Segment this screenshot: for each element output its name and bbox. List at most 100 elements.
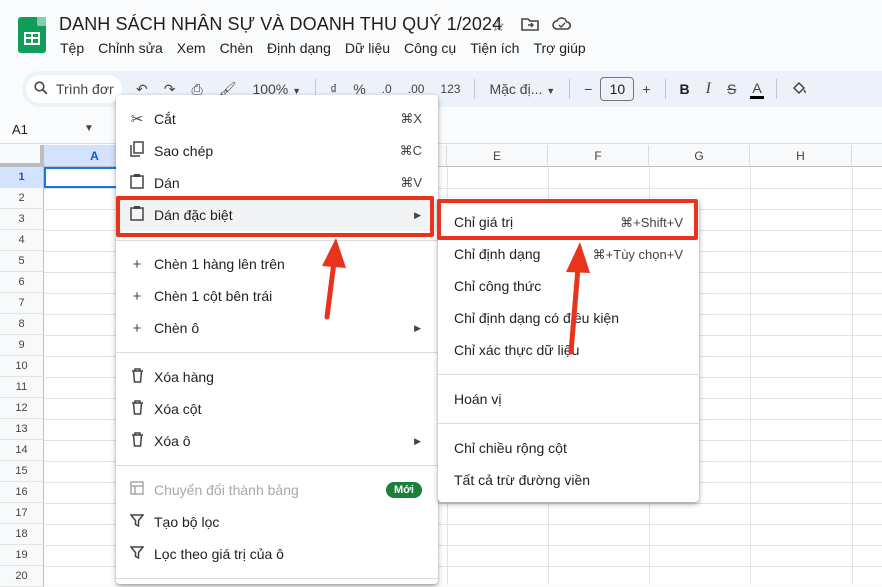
menu-format[interactable]: Định dạng (267, 40, 331, 56)
italic-button[interactable]: I (698, 80, 719, 98)
submenu-item-formula-only[interactable]: Chỉ công thức (438, 270, 699, 302)
submenu-item-label: Chỉ định dạng có điều kiện (454, 310, 620, 326)
menu-item-copy[interactable]: Sao chép ⌘C (116, 135, 438, 167)
column-header-e[interactable]: E (447, 145, 548, 167)
row-header[interactable]: 17 (0, 503, 44, 524)
menu-item-label: Xóa ô (154, 433, 191, 449)
plus-icon: + (132, 319, 142, 337)
menu-divider (438, 374, 699, 375)
increase-decimal-button[interactable]: .00 (400, 82, 433, 96)
column-header-f[interactable]: F (548, 145, 649, 167)
menu-item-delete-column[interactable]: Xóa cột (116, 393, 438, 425)
strikethrough-button[interactable]: S (719, 81, 744, 97)
row-header[interactable]: 10 (0, 356, 44, 377)
submenu-item-label: Chỉ công thức (454, 278, 542, 294)
menu-item-insert-cells[interactable]: + Chèn ô ▶ (116, 312, 438, 344)
toolbar-divider (474, 79, 476, 99)
shortcut-text: ⌘V (400, 175, 422, 190)
menu-file[interactable]: Tệp (60, 40, 84, 56)
row-header[interactable]: 1 (0, 167, 44, 188)
menu-item-insert-row-above[interactable]: + Chèn 1 hàng lên trên (116, 248, 438, 280)
document-title[interactable]: DANH SÁCH NHÂN SỰ VÀ DOANH THU QUÝ 1/202… (59, 14, 502, 35)
sheets-logo-icon[interactable] (18, 17, 46, 53)
submenu-item-data-validation-only[interactable]: Chỉ xác thực dữ liệu (438, 334, 699, 366)
menu-edit[interactable]: Chỉnh sửa (98, 40, 163, 56)
plus-icon: + (132, 287, 142, 305)
select-all-corner[interactable] (0, 145, 44, 167)
row-header[interactable]: 13 (0, 419, 44, 440)
submenu-item-transpose[interactable]: Hoán vị (438, 383, 699, 415)
menu-search[interactable]: Trình đơn (26, 75, 122, 103)
menu-item-convert-to-table[interactable]: Chuyển đổi thành bảng Mới (116, 474, 438, 506)
text-color-button[interactable]: A (750, 80, 764, 99)
menu-extensions[interactable]: Tiện ích (470, 40, 519, 56)
menu-divider (116, 240, 438, 241)
clipboard-icon (128, 173, 146, 193)
menu-item-cut[interactable]: ✂ Cắt ⌘X (116, 103, 438, 135)
menu-item-paste[interactable]: Dán ⌘V (116, 167, 438, 199)
bold-button[interactable]: B (672, 81, 698, 97)
submenu-arrow-icon: ▶ (414, 322, 421, 333)
menu-tools[interactable]: Công cụ (404, 40, 456, 56)
font-family-select[interactable]: Mặc đị... ▼ (481, 81, 563, 97)
row-header[interactable]: 3 (0, 209, 44, 230)
menu-item-label: Chuyển đổi thành bảng (154, 482, 299, 498)
row-header[interactable]: 19 (0, 545, 44, 566)
copy-icon (128, 141, 146, 161)
row-header[interactable]: 9 (0, 335, 44, 356)
column-header-overflow[interactable] (852, 145, 882, 167)
submenu-item-all-except-borders[interactable]: Tất cả trừ đường viền (438, 464, 699, 496)
menu-item-label: Xóa cột (154, 401, 202, 417)
row-header[interactable]: 5 (0, 251, 44, 272)
submenu-item-conditional-format-only[interactable]: Chỉ định dạng có điều kiện (438, 302, 699, 334)
toolbar-divider (664, 79, 666, 99)
submenu-item-label: Chỉ xác thực dữ liệu (454, 342, 580, 358)
chevron-down-icon[interactable]: ▼ (84, 123, 94, 134)
row-header[interactable]: 11 (0, 377, 44, 398)
menu-view[interactable]: Xem (177, 40, 206, 56)
menu-divider (116, 578, 438, 579)
submenu-item-format-only[interactable]: Chỉ định dạng ⌘+Tùy chọn+V (438, 238, 699, 270)
row-header[interactable]: 18 (0, 524, 44, 545)
row-header[interactable]: 16 (0, 482, 44, 503)
trash-icon (128, 367, 146, 387)
row-header[interactable]: 14 (0, 440, 44, 461)
row-header[interactable]: 8 (0, 314, 44, 335)
font-size-input[interactable]: 10 (600, 77, 635, 101)
menu-item-filter-by-cell-value[interactable]: Lọc theo giá trị của ô (116, 538, 438, 570)
shortcut-text: ⌘X (400, 111, 422, 126)
menu-item-label: Chèn 1 hàng lên trên (154, 256, 285, 272)
name-box[interactable]: A1 (12, 122, 28, 137)
move-to-folder-icon[interactable] (520, 16, 540, 37)
gridline (852, 167, 853, 584)
column-header-g[interactable]: G (649, 145, 750, 167)
increase-font-size-button[interactable]: + (634, 81, 658, 97)
menu-item-insert-column-left[interactable]: + Chèn 1 cột bên trái (116, 280, 438, 312)
row-header[interactable]: 4 (0, 230, 44, 251)
menu-help[interactable]: Trợ giúp (533, 40, 585, 56)
fill-color-icon[interactable] (783, 80, 815, 99)
row-header[interactable]: 12 (0, 398, 44, 419)
menu-insert[interactable]: Chèn (220, 40, 253, 56)
menu-item-delete-row[interactable]: Xóa hàng (116, 361, 438, 393)
row-header[interactable]: 7 (0, 293, 44, 314)
menu-data[interactable]: Dữ liệu (345, 40, 390, 56)
decrease-decimal-button[interactable]: .0 (374, 82, 400, 96)
trash-icon (128, 431, 146, 451)
scissors-icon: ✂ (130, 111, 144, 128)
menu-item-label: Lọc theo giá trị của ô (154, 546, 284, 562)
number-format-button[interactable]: 123 (432, 82, 468, 96)
row-header[interactable]: 2 (0, 188, 44, 209)
row-header[interactable]: 15 (0, 461, 44, 482)
paste-special-submenu: Chỉ giá trị ⌘+Shift+V Chỉ định dạng ⌘+Tù… (438, 198, 699, 502)
submenu-item-column-width-only[interactable]: Chỉ chiều rộng cột (438, 432, 699, 464)
row-header[interactable]: 6 (0, 272, 44, 293)
column-header-h[interactable]: H (750, 145, 852, 167)
star-icon[interactable]: ☆ (488, 16, 508, 37)
shortcut-text: ⌘C (399, 143, 422, 158)
decrease-font-size-button[interactable]: − (576, 81, 600, 97)
highlight-paste-special (116, 196, 434, 237)
cloud-status-icon[interactable] (552, 16, 572, 37)
menu-item-create-filter[interactable]: Tạo bộ lọc (116, 506, 438, 538)
menu-item-delete-cells[interactable]: Xóa ô ▶ (116, 425, 438, 457)
